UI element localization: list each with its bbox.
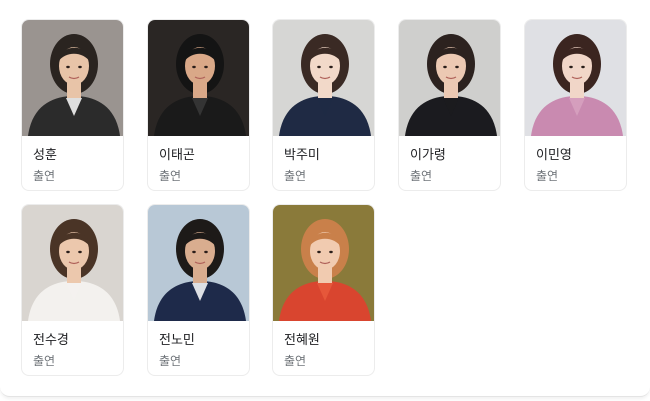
cast-card[interactable]: 이민영출연 <box>524 19 627 191</box>
cast-role: 출연 <box>159 169 182 183</box>
cast-name[interactable]: 전혜원 <box>284 333 320 349</box>
cast-photo[interactable] <box>399 20 500 136</box>
cast-photo[interactable] <box>22 20 123 136</box>
cast-role: 출연 <box>284 169 307 183</box>
cast-photo[interactable] <box>148 20 249 136</box>
cast-name[interactable]: 박주미 <box>284 148 320 164</box>
cast-card[interactable]: 전혜원출연 <box>272 204 375 376</box>
cast-photo[interactable] <box>273 20 374 136</box>
cast-card[interactable]: 성훈출연 <box>21 19 124 191</box>
cast-role: 출연 <box>159 354 182 368</box>
cast-card[interactable]: 이태곤출연 <box>147 19 250 191</box>
cast-photo[interactable] <box>525 20 626 136</box>
cast-card[interactable]: 전수경출연 <box>21 204 124 376</box>
cast-role: 출연 <box>33 354 56 368</box>
cast-card[interactable]: 이가령출연 <box>398 19 501 191</box>
cast-name[interactable]: 이민영 <box>536 148 572 164</box>
cast-role: 출연 <box>410 169 433 183</box>
cast-photo[interactable] <box>273 205 374 321</box>
cast-card[interactable]: 박주미출연 <box>272 19 375 191</box>
cast-name[interactable]: 이태곤 <box>159 148 195 164</box>
cast-name[interactable]: 성훈 <box>33 148 57 164</box>
cast-role: 출연 <box>33 169 56 183</box>
cast-card[interactable]: 전노민출연 <box>147 204 250 376</box>
cast-role: 출연 <box>536 169 559 183</box>
cast-photo[interactable] <box>148 205 249 321</box>
cast-photo[interactable] <box>22 205 123 321</box>
cast-name[interactable]: 전수경 <box>33 333 69 349</box>
cast-name[interactable]: 이가령 <box>410 148 446 164</box>
cast-role: 출연 <box>284 354 307 368</box>
cast-name[interactable]: 전노민 <box>159 333 195 349</box>
cast-panel: 성훈 출연 이태곤 출연 박주미 출연 이가령 출연 이민영 출연 전수경 출연 전노민 출연 전혜원 출연 <box>0 0 650 397</box>
